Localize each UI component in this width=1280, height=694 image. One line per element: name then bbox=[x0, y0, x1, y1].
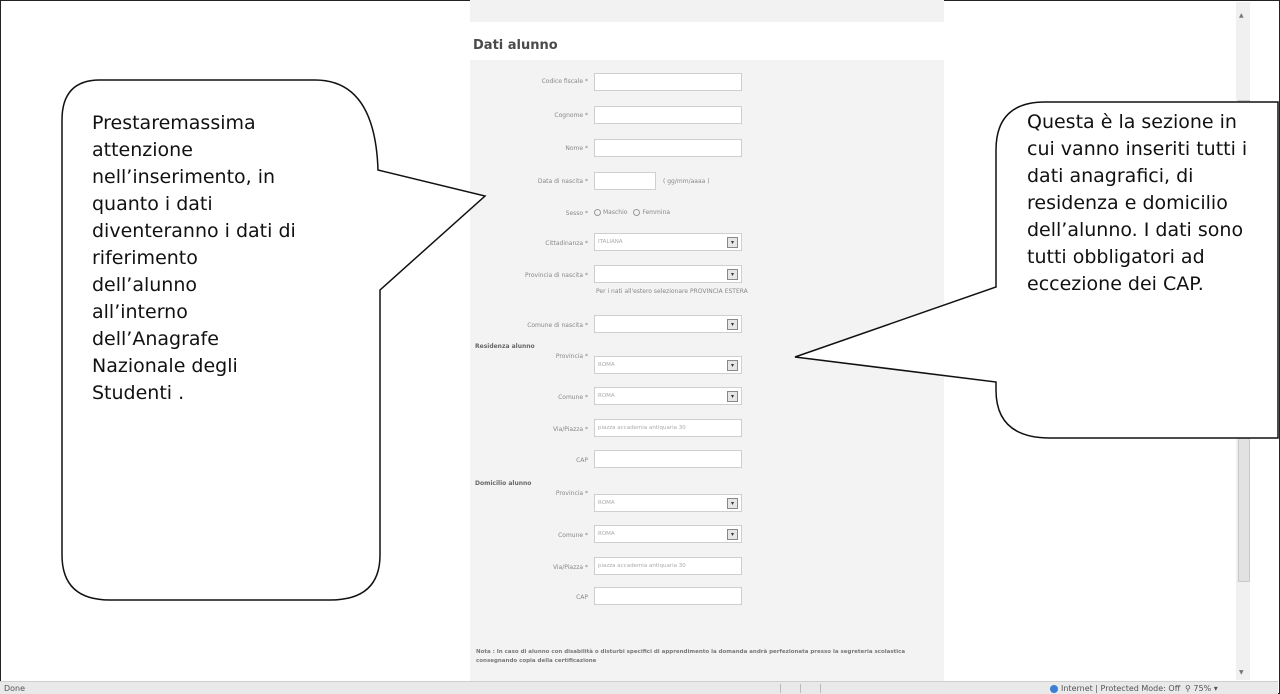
left-callout-line: Studenti . bbox=[92, 382, 185, 404]
left-callout-line: all’interno bbox=[92, 301, 188, 323]
right-callout-line: Questa è la sezione in bbox=[1027, 111, 1237, 133]
left-callout-line: diventeranno i dati di bbox=[92, 220, 296, 242]
right-callout-line: dati anagrafici, di bbox=[1027, 165, 1194, 187]
left-callout-line: attenzione bbox=[92, 139, 193, 161]
right-callout-line: dell’alunno. I dati sono bbox=[1027, 219, 1244, 241]
left-callout-line: riferimento bbox=[92, 247, 198, 269]
left-callout-line: dell’alunno bbox=[92, 274, 198, 296]
left-callout-line: quanto i dati bbox=[92, 193, 213, 215]
right-callout-text: Questa è la sezione in cui vanno inserit… bbox=[1027, 109, 1278, 298]
right-callout-line: eccezione dei CAP. bbox=[1027, 273, 1204, 295]
left-callout-line: nell’inserimento, in bbox=[92, 166, 276, 188]
right-callout-line: tutti obbligatori ad bbox=[1027, 246, 1205, 268]
left-callout-text: Prestaremassima attenzione nell’inserime… bbox=[92, 110, 296, 407]
left-callout-line: dell’Anagrafe bbox=[92, 328, 219, 350]
right-callout-line: cui vanno inseriti tutti i bbox=[1027, 138, 1248, 160]
right-callout-line: residenza e domicilio bbox=[1027, 192, 1228, 214]
left-callout-line: Prestaremassima bbox=[92, 112, 256, 134]
left-callout-line: Nazionale degli bbox=[92, 355, 238, 377]
